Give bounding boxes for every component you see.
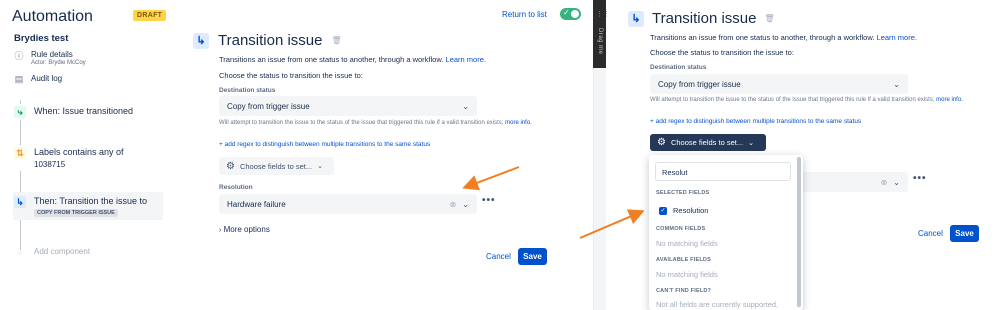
annotation-arrow-right bbox=[579, 209, 645, 239]
annotation-arrows bbox=[462, 166, 645, 239]
annotation-arrow-left bbox=[462, 166, 520, 191]
